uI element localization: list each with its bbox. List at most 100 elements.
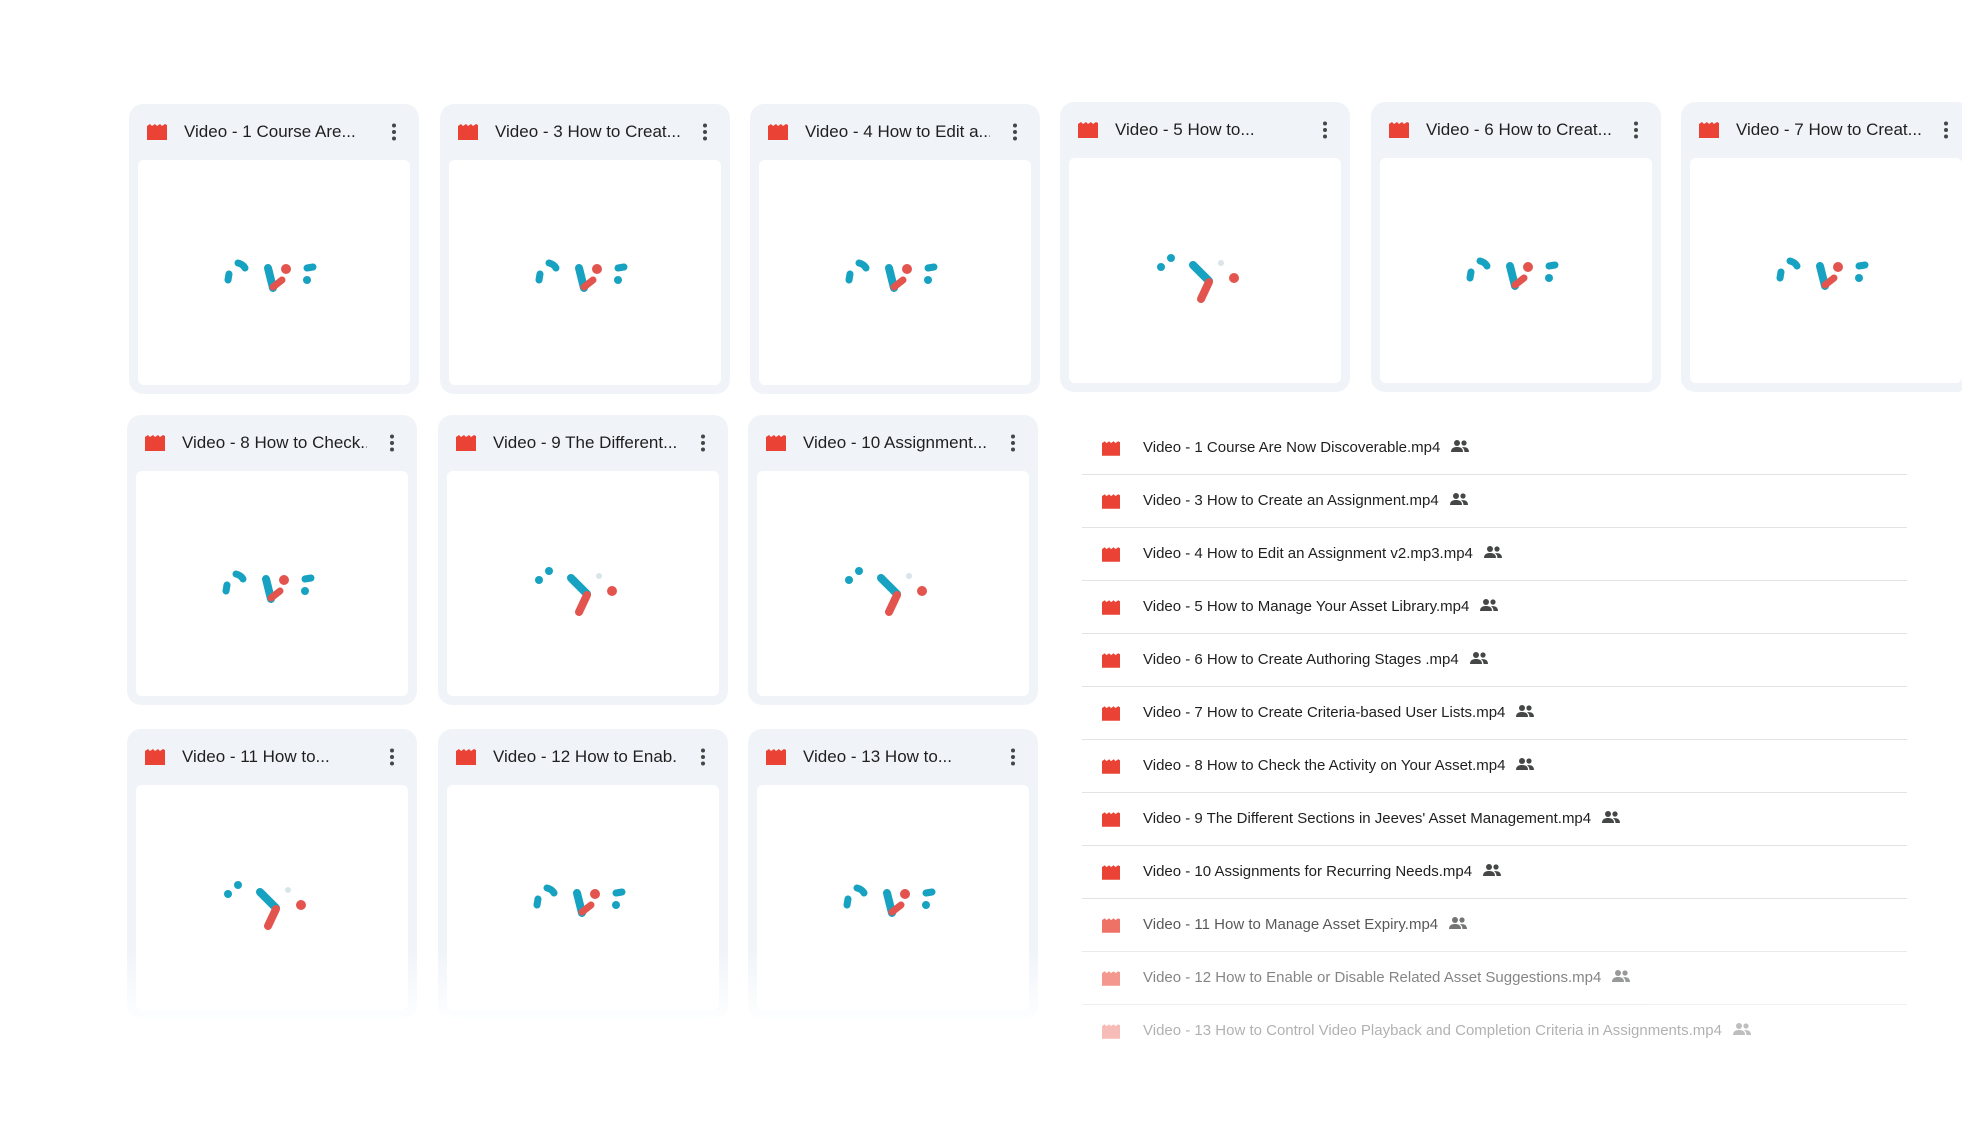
- file-row-label: Video - 10 Assignments for Recurring Nee…: [1143, 862, 1502, 882]
- card-title: Video - 12 How to Enab...: [493, 747, 678, 766]
- video-thumbnail[interactable]: [138, 160, 410, 385]
- file-row-label: Video - 5 How to Manage Your Asset Libra…: [1143, 597, 1499, 617]
- video-card[interactable]: Video - 3 How to Creat...: [440, 104, 730, 394]
- more-vert-icon[interactable]: [381, 432, 403, 454]
- file-name: Video - 7 How to Create Criteria-based U…: [1143, 704, 1506, 721]
- shared-people-icon: [1515, 704, 1535, 718]
- video-thumbnail[interactable]: [757, 471, 1029, 696]
- more-vert-icon[interactable]: [383, 121, 405, 143]
- file-name: Video - 3 How to Create an Assignment.mp…: [1143, 492, 1439, 509]
- jeeves-logo: [535, 253, 635, 313]
- card-title: Video - 11 How to...: [182, 747, 330, 766]
- video-file-icon: [1102, 706, 1120, 721]
- video-card[interactable]: Video - 4 How to Edit a...: [750, 104, 1040, 394]
- more-vert-icon[interactable]: [1002, 432, 1024, 454]
- video-card[interactable]: Video - 7 How to Creat...: [1681, 102, 1962, 392]
- file-row[interactable]: Video - 13 How to Control Video Playback…: [1082, 1005, 1907, 1057]
- video-card[interactable]: Video - 1 Course Are...: [129, 104, 419, 394]
- card-header: Video - 1 Course Are...: [129, 104, 419, 160]
- video-card[interactable]: Video - 5 How to...: [1060, 102, 1350, 392]
- video-card[interactable]: Video - 6 How to Creat...: [1371, 102, 1661, 392]
- shared-people-icon: [1450, 439, 1470, 453]
- shared-people-icon: [1449, 492, 1469, 506]
- video-file-icon: [1078, 122, 1098, 138]
- file-row[interactable]: Video - 4 How to Edit an Assignment v2.m…: [1082, 528, 1907, 581]
- card-title: Video - 3 How to Creat...: [495, 122, 680, 141]
- video-file-icon: [1102, 547, 1120, 562]
- video-thumbnail[interactable]: [447, 471, 719, 696]
- more-vert-icon[interactable]: [1002, 746, 1024, 768]
- card-header: Video - 11 How to...: [127, 729, 417, 785]
- more-vert-icon[interactable]: [692, 432, 714, 454]
- file-row[interactable]: Video - 7 How to Create Criteria-based U…: [1082, 687, 1907, 740]
- fade-overlay: [748, 949, 1038, 1019]
- video-file-icon: [1102, 1024, 1120, 1039]
- video-thumbnail[interactable]: [1690, 158, 1962, 383]
- shared-people-icon: [1482, 863, 1502, 877]
- card-title: Video - 1 Course Are...: [184, 122, 356, 141]
- video-file-icon: [766, 749, 786, 765]
- card-header: Video - 7 How to Creat...: [1681, 102, 1962, 158]
- jeeves-logo: [222, 564, 322, 624]
- file-row-label: Video - 1 Course Are Now Discoverable.mp…: [1143, 438, 1470, 458]
- shared-people-icon: [1732, 1022, 1752, 1036]
- video-file-icon: [1699, 122, 1719, 138]
- video-thumbnail[interactable]: [1069, 158, 1341, 383]
- more-vert-icon[interactable]: [1625, 119, 1647, 141]
- file-row[interactable]: Video - 3 How to Create an Assignment.mp…: [1082, 475, 1907, 528]
- jeeves-logo: [1466, 251, 1566, 311]
- video-file-icon: [1102, 653, 1120, 668]
- video-file-icon: [456, 435, 476, 451]
- video-card[interactable]: Video - 13 How to...: [748, 729, 1038, 1019]
- video-thumbnail[interactable]: [759, 160, 1031, 385]
- shared-people-icon: [1483, 545, 1503, 559]
- file-row[interactable]: Video - 11 How to Manage Asset Expiry.mp…: [1082, 899, 1907, 952]
- video-file-icon: [1102, 971, 1120, 986]
- file-name: Video - 13 How to Control Video Playback…: [1143, 1022, 1722, 1039]
- shared-people-icon: [1448, 916, 1468, 930]
- video-file-icon: [145, 435, 165, 451]
- file-row[interactable]: Video - 12 How to Enable or Disable Rela…: [1082, 952, 1907, 1005]
- more-vert-icon[interactable]: [1314, 119, 1336, 141]
- file-row-label: Video - 4 How to Edit an Assignment v2.m…: [1143, 544, 1503, 564]
- video-card[interactable]: Video - 10 Assignment...: [748, 415, 1038, 705]
- video-file-icon: [145, 749, 165, 765]
- file-row[interactable]: Video - 5 How to Manage Your Asset Libra…: [1082, 581, 1907, 634]
- file-row[interactable]: Video - 6 How to Create Authoring Stages…: [1082, 634, 1907, 687]
- more-vert-icon[interactable]: [1004, 121, 1026, 143]
- file-row[interactable]: Video - 10 Assignments for Recurring Nee…: [1082, 846, 1907, 899]
- more-vert-icon[interactable]: [1935, 119, 1957, 141]
- card-title: Video - 5 How to...: [1115, 120, 1255, 139]
- video-file-icon: [1102, 759, 1120, 774]
- video-thumbnail[interactable]: [1380, 158, 1652, 383]
- shared-people-icon: [1479, 598, 1499, 612]
- video-card[interactable]: Video - 8 How to Check...: [127, 415, 417, 705]
- more-vert-icon[interactable]: [692, 746, 714, 768]
- more-vert-icon[interactable]: [694, 121, 716, 143]
- video-card[interactable]: Video - 9 The Different...: [438, 415, 728, 705]
- video-card[interactable]: Video - 11 How to...: [127, 729, 417, 1019]
- video-file-icon: [1102, 865, 1120, 880]
- card-header: Video - 5 How to...: [1060, 102, 1350, 158]
- jeeves-logo: [533, 878, 633, 938]
- more-vert-icon[interactable]: [381, 746, 403, 768]
- video-thumbnail[interactable]: [136, 471, 408, 696]
- video-card[interactable]: Video - 12 How to Enab...: [438, 729, 728, 1019]
- file-name: Video - 8 How to Check the Activity on Y…: [1143, 757, 1506, 774]
- jeeves-logo: [1776, 251, 1876, 311]
- file-row[interactable]: Video - 9 The Different Sections in Jeev…: [1082, 793, 1907, 846]
- video-file-icon: [768, 124, 788, 140]
- file-name: Video - 11 How to Manage Asset Expiry.mp…: [1143, 916, 1439, 933]
- card-title: Video - 10 Assignment...: [803, 433, 987, 452]
- file-row-label: Video - 13 How to Control Video Playback…: [1143, 1021, 1752, 1041]
- shared-people-icon: [1469, 651, 1489, 665]
- video-thumbnail[interactable]: [449, 160, 721, 385]
- file-row[interactable]: Video - 1 Course Are Now Discoverable.mp…: [1082, 422, 1907, 475]
- file-row-label: Video - 3 How to Create an Assignment.mp…: [1143, 491, 1469, 511]
- jeeves-logo: [533, 564, 633, 624]
- file-row-label: Video - 12 How to Enable or Disable Rela…: [1143, 968, 1631, 988]
- card-title: Video - 9 The Different...: [493, 433, 678, 452]
- shared-people-icon: [1601, 810, 1621, 824]
- file-row[interactable]: Video - 8 How to Check the Activity on Y…: [1082, 740, 1907, 793]
- file-name: Video - 9 The Different Sections in Jeev…: [1143, 810, 1592, 827]
